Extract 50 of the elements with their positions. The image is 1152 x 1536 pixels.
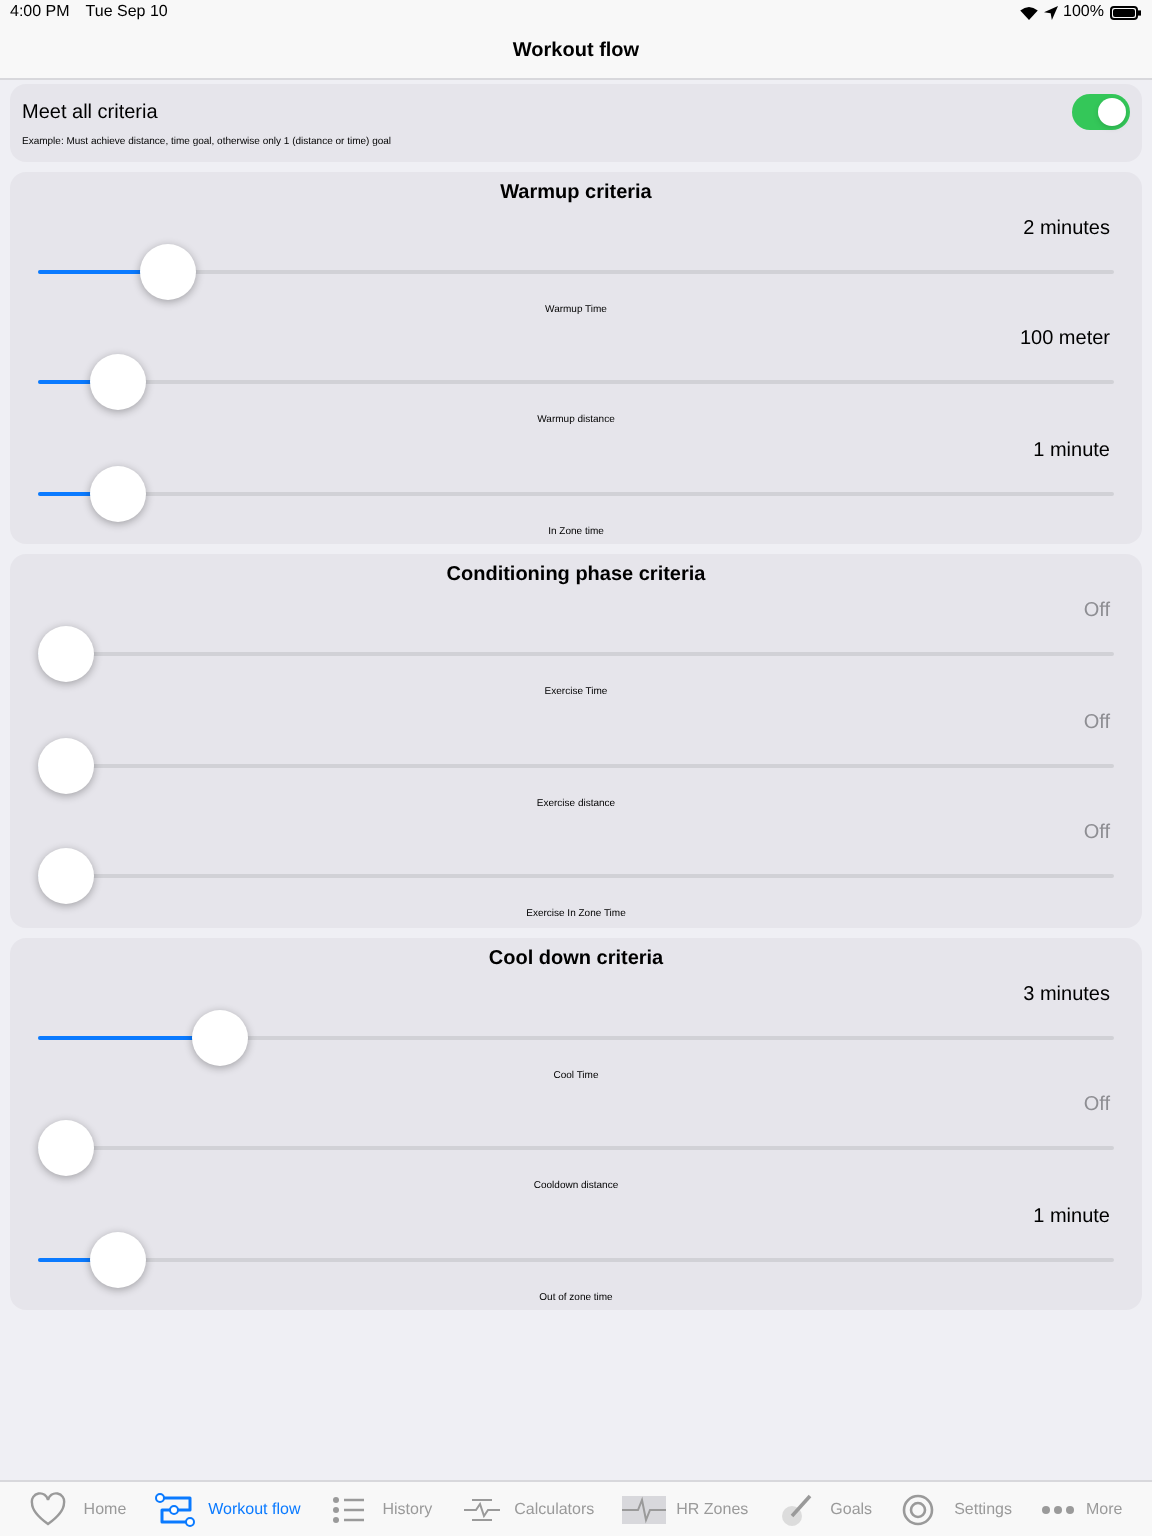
slider[interactable] xyxy=(38,848,1114,904)
pulse-icon xyxy=(622,1491,667,1527)
slider[interactable] xyxy=(38,737,1114,793)
slider-thumb[interactable] xyxy=(89,1231,145,1287)
tab-item[interactable]: Calculators xyxy=(460,1491,595,1527)
battery-percent: 100% xyxy=(1063,0,1104,24)
tab-item[interactable]: More xyxy=(1039,1497,1123,1521)
flow-icon xyxy=(154,1491,199,1527)
status-date: Tue Sep 10 xyxy=(85,0,168,24)
slider[interactable] xyxy=(38,1009,1114,1065)
tab-item[interactable]: Settings xyxy=(900,1491,1012,1527)
more-icon xyxy=(1039,1503,1076,1515)
slider-value: Off xyxy=(1083,820,1110,848)
section-title: Warmup criteria xyxy=(500,179,652,207)
slider-thumb[interactable] xyxy=(38,1120,94,1176)
wifi-icon xyxy=(1019,5,1038,19)
slider-value: Off xyxy=(1083,709,1110,737)
slider[interactable] xyxy=(38,465,1114,521)
slider-thumb[interactable] xyxy=(38,737,94,793)
tab-item[interactable]: Workout flow xyxy=(154,1491,301,1527)
battery-icon xyxy=(1110,5,1142,19)
slider[interactable] xyxy=(38,1120,1114,1176)
slider-value: 3 minutes xyxy=(1023,981,1110,1009)
slider-value: 1 minute xyxy=(1033,1203,1110,1231)
slider-value: 100 meter xyxy=(1019,326,1110,354)
toggle-switch[interactable] xyxy=(1072,94,1130,130)
tab-item[interactable]: Goals xyxy=(776,1491,873,1527)
tab-item[interactable]: Home xyxy=(29,1491,127,1527)
slider-value: Off xyxy=(1083,1092,1110,1120)
slider[interactable] xyxy=(38,354,1114,410)
slider-thumb[interactable] xyxy=(38,626,94,682)
slider-thumb[interactable] xyxy=(38,848,94,904)
location-arrow-icon xyxy=(1043,5,1058,19)
status-time: 4:00 PM xyxy=(10,0,70,24)
slider-value: Off xyxy=(1083,598,1110,626)
slider-value: 2 minutes xyxy=(1023,215,1110,243)
slider-thumb[interactable] xyxy=(140,243,196,299)
section-title: Cool down criteria xyxy=(488,945,664,973)
nav-title: Workout flow xyxy=(512,38,640,66)
slider[interactable] xyxy=(38,626,1114,682)
tab-item[interactable]: HR Zones xyxy=(622,1491,749,1527)
setting-label: Meet all criteria xyxy=(22,99,158,127)
slider-thumb[interactable] xyxy=(191,1009,247,1065)
slider-value: 1 minute xyxy=(1033,437,1110,465)
slider[interactable] xyxy=(38,243,1114,299)
tab-item[interactable]: History xyxy=(328,1491,433,1527)
slider-thumb[interactable] xyxy=(89,354,145,410)
section-title: Conditioning phase criteria xyxy=(446,562,706,590)
slider-thumb[interactable] xyxy=(89,465,145,521)
slider[interactable] xyxy=(38,1231,1114,1287)
